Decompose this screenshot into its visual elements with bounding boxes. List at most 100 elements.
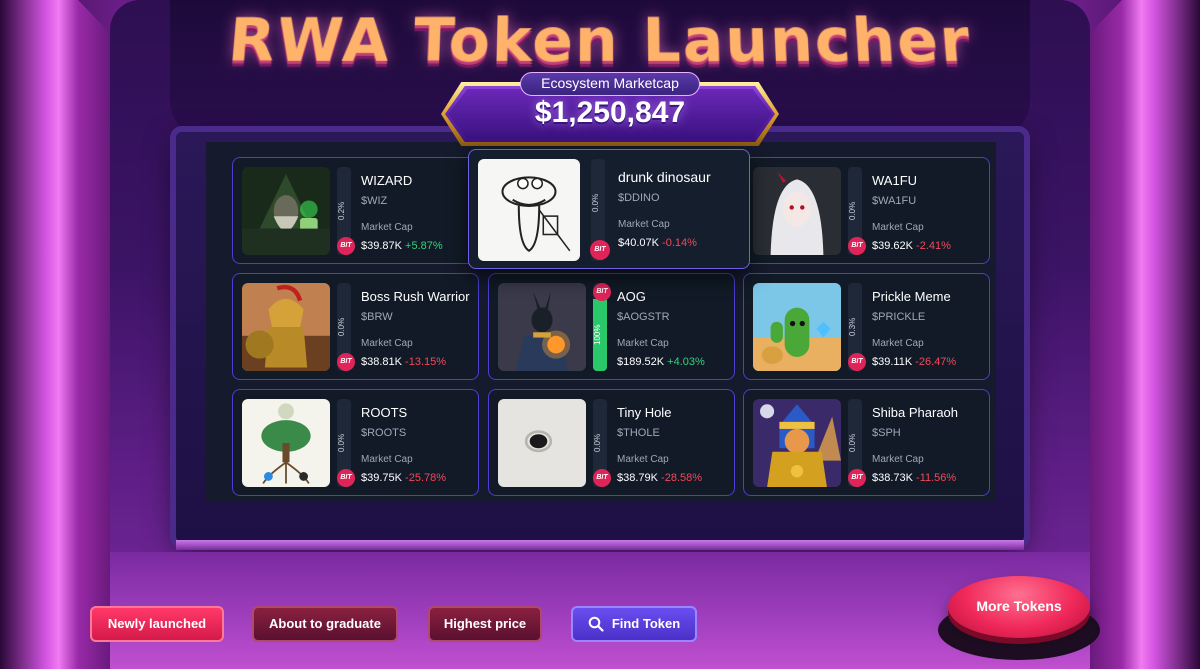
tree-image [242, 399, 330, 487]
token-card[interactable]: 0.0% BIT WA1FU $WA1FU Market Cap $39.62K… [743, 157, 990, 264]
market-cap-label: Market Cap [872, 338, 924, 349]
progress-text: 0.0% [337, 317, 346, 337]
price-change: -13.15% [405, 356, 447, 368]
token-card[interactable]: 0.3% BIT Prickle Meme $PRICKLE Market Ca… [743, 273, 990, 380]
market-cap-value: $40.07K [618, 237, 659, 249]
find-token-label: Find Token [611, 616, 681, 631]
bit-badge-icon: BIT [593, 469, 611, 487]
progress-text: 0.0% [848, 433, 857, 453]
market-cap-label: Market Cap [617, 338, 669, 349]
market-cap-row: $39.62K -2.41% [872, 240, 951, 252]
market-cap-label: Market Cap [361, 454, 413, 465]
token-card[interactable]: 0.0% BIT Shiba Pharaoh $SPH Market Cap $… [743, 389, 990, 496]
token-info: Boss Rush Warrior $BRW Market Cap $38.81… [361, 289, 470, 368]
token-grid: 0.2% BIT WIZARD $WIZ Market Cap $39.87K … [232, 149, 992, 497]
token-info: WIZARD $WIZ Market Cap $39.87K +5.87% [361, 173, 443, 252]
market-cap-label: Market Cap [617, 454, 669, 465]
screen-ledge [176, 540, 1024, 550]
token-card[interactable]: 100% BIT AOG $AOGSTR Market Cap $189.52K… [488, 273, 735, 380]
ecosystem-marketcap-label: Ecosystem Marketcap [520, 72, 700, 96]
token-name: Prickle Meme [872, 289, 951, 304]
price-change: -0.14% [662, 237, 697, 249]
token-name: drunk dinosaur [618, 169, 711, 185]
highest-price-button[interactable]: Highest price [428, 606, 544, 648]
market-cap-row: $39.87K +5.87% [361, 240, 443, 252]
market-cap-row: $38.81K -13.15% [361, 356, 470, 368]
market-cap-value: $189.52K [617, 356, 665, 368]
market-cap-row: $38.73K -11.56% [872, 472, 958, 484]
market-cap-label: Market Cap [872, 222, 924, 233]
token-name: ROOTS [361, 405, 408, 420]
market-cap-value: $38.79K [617, 472, 658, 484]
token-info: Tiny Hole $THOLE Market Cap $38.79K -28.… [617, 405, 702, 484]
token-name: Tiny Hole [617, 405, 672, 420]
token-info: Prickle Meme $PRICKLE Market Cap $39.11K… [872, 289, 956, 368]
token-card[interactable]: 0.0% BIT Boss Rush Warrior $BRW Market C… [232, 273, 479, 380]
token-card[interactable]: 0.2% BIT WIZARD $WIZ Market Cap $39.87K … [232, 157, 479, 264]
progress-text: 0.0% [337, 433, 346, 453]
newly-launched-button[interactable]: Newly launched [90, 606, 226, 648]
bit-badge-icon: BIT [848, 353, 866, 371]
market-cap-row: $38.79K -28.58% [617, 472, 702, 484]
market-cap-row: $40.07K -0.14% [618, 237, 711, 249]
market-cap-label: Market Cap [872, 454, 924, 465]
market-cap-value: $39.87K [361, 240, 402, 252]
market-cap-value: $39.62K [872, 240, 913, 252]
price-change: +5.87% [405, 240, 443, 252]
ecosystem-marketcap: Ecosystem Marketcap $1,250,847 [441, 72, 779, 146]
token-card[interactable]: 0.0% BIT drunk dinosaur $DDINO Market Ca… [468, 149, 750, 269]
warrior-image [242, 283, 330, 371]
price-change: -28.58% [661, 472, 703, 484]
market-cap-label: Market Cap [361, 338, 413, 349]
price-change: +4.03% [667, 356, 705, 368]
token-name: WIZARD [361, 173, 413, 188]
token-ticker: $AOGSTR [617, 311, 670, 323]
token-ticker: $SPH [872, 427, 901, 439]
market-cap-value: $39.75K [361, 472, 402, 484]
ecosystem-marketcap-value: $1,250,847 [534, 96, 686, 129]
token-card[interactable]: 0.0% BIT Tiny Hole $THOLE Market Cap $38… [488, 389, 735, 496]
price-change: -26.47% [915, 356, 957, 368]
search-icon [588, 616, 604, 632]
bit-badge-icon: BIT [337, 353, 355, 371]
page-title: RWA Token Launcher [225, 6, 975, 76]
market-cap-value: $39.11K [872, 356, 913, 368]
bit-badge-icon: BIT [593, 283, 611, 301]
token-ticker: $THOLE [617, 427, 660, 439]
token-name: WA1FU [872, 173, 918, 188]
dinosaur-image [478, 159, 580, 261]
progress-text: 0.0% [591, 193, 600, 213]
shiba-pharaoh-image [753, 399, 841, 487]
token-info: Shiba Pharaoh $SPH Market Cap $38.73K -1… [872, 405, 958, 484]
bit-badge-icon: BIT [337, 469, 355, 487]
token-ticker: $WA1FU [872, 195, 917, 207]
token-info: AOG $AOGSTR Market Cap $189.52K +4.03% [617, 289, 705, 368]
token-ticker: $DDINO [618, 192, 660, 204]
progress-text: 0.2% [337, 201, 346, 221]
token-ticker: $WIZ [361, 195, 388, 207]
market-cap-row: $39.11K -26.47% [872, 356, 956, 368]
about-to-graduate-button[interactable]: About to graduate [252, 606, 400, 648]
more-tokens-button[interactable]: More Tokens [948, 576, 1090, 638]
market-cap-value: $38.73K [872, 472, 913, 484]
market-cap-label: Market Cap [618, 219, 670, 230]
cactus-image [753, 283, 841, 371]
progress-text: 0.0% [593, 433, 602, 453]
price-change: -2.41% [916, 240, 951, 252]
progress-text: 0.0% [848, 201, 857, 221]
progress-text: 100% [593, 324, 602, 346]
progress-text: 0.3% [848, 317, 857, 337]
market-cap-value: $38.81K [361, 356, 402, 368]
token-info: ROOTS $ROOTS Market Cap $39.75K -25.78% [361, 405, 446, 484]
market-cap-row: $39.75K -25.78% [361, 472, 446, 484]
token-info: drunk dinosaur $DDINO Market Cap $40.07K… [618, 169, 711, 249]
bit-badge-icon: BIT [590, 240, 610, 260]
find-token-button[interactable]: Find Token [571, 606, 699, 648]
bit-badge-icon: BIT [848, 237, 866, 255]
price-change: -25.78% [405, 472, 447, 484]
token-card[interactable]: 0.0% BIT ROOTS $ROOTS Market Cap $39.75K… [232, 389, 479, 496]
bit-badge-icon: BIT [848, 469, 866, 487]
token-name: Shiba Pharaoh [872, 405, 959, 420]
wizard-image [242, 167, 330, 255]
token-ticker: $BRW [361, 311, 393, 323]
